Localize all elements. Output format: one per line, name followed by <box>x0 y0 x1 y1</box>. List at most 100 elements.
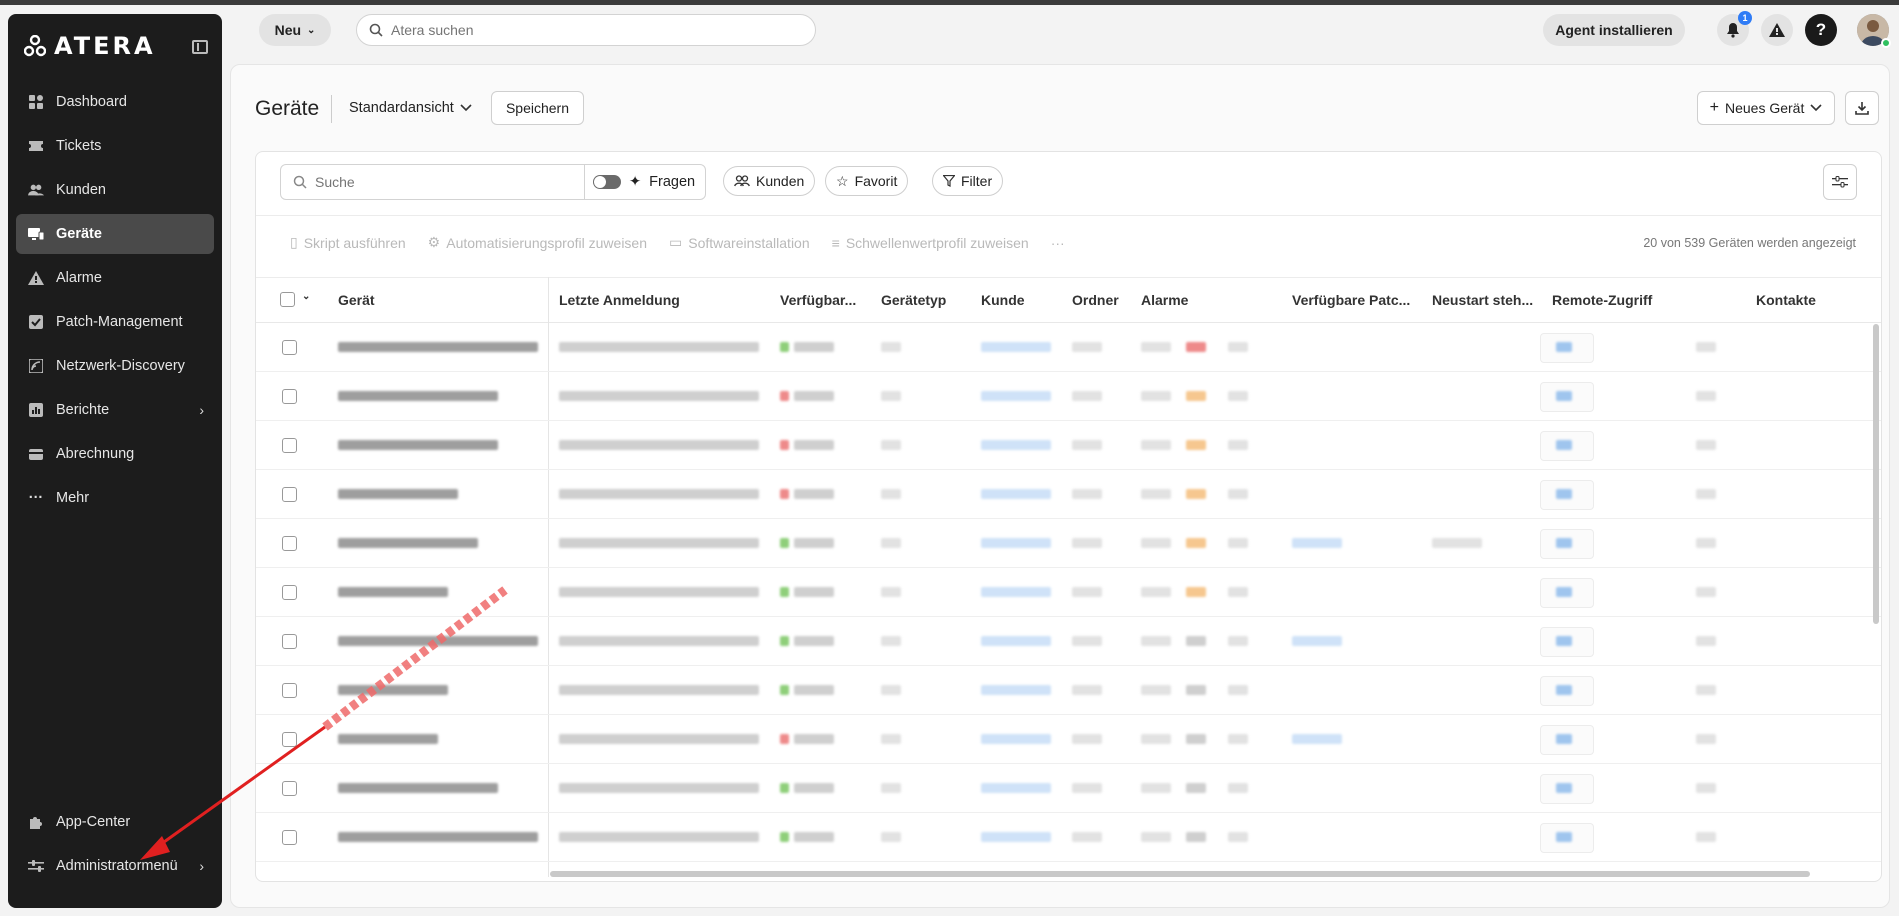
sidebar-item-mehr[interactable]: ··· Mehr <box>16 478 214 518</box>
notification-badge: 1 <box>1738 11 1752 25</box>
user-avatar[interactable] <box>1857 14 1891 48</box>
save-view-button[interactable]: Speichern <box>491 91 584 125</box>
row-checkbox[interactable] <box>282 683 297 698</box>
view-select[interactable]: Standardansicht <box>349 100 472 116</box>
vertical-scrollbar[interactable] <box>1873 324 1879 624</box>
filter-button[interactable]: Filter <box>932 166 1004 196</box>
column-header-availability[interactable]: Verfügbar... <box>780 292 856 308</box>
sidebar-item-label: Dashboard <box>56 94 127 110</box>
table-row[interactable] <box>256 470 1881 519</box>
row-checkbox[interactable] <box>282 634 297 649</box>
column-header-folder[interactable]: Ordner <box>1072 292 1119 308</box>
chevron-down-icon[interactable]: ⌄ <box>302 291 310 302</box>
row-checkbox[interactable] <box>282 536 297 551</box>
column-header-alarms[interactable]: Alarme <box>1141 292 1188 308</box>
row-checkbox[interactable] <box>282 487 297 502</box>
checkbox[interactable] <box>280 292 295 307</box>
software-install-action[interactable]: ▭ Softwareinstallation <box>669 234 810 251</box>
install-agent-button[interactable]: Agent installieren <box>1543 14 1685 46</box>
table-row[interactable] <box>256 421 1881 470</box>
online-status-dot <box>1881 38 1891 48</box>
column-header-available-patches[interactable]: Verfügbare Patc... <box>1292 292 1410 308</box>
sidebar-item-kunden[interactable]: Kunden <box>16 170 214 210</box>
favorite-filter-button[interactable]: ☆ Favorit <box>825 166 909 196</box>
redacted-availability <box>794 489 834 499</box>
sidebar-item-geraete[interactable]: Geräte <box>16 214 214 254</box>
table-row[interactable] <box>256 666 1881 715</box>
export-button[interactable] <box>1845 91 1879 125</box>
users-icon <box>734 175 750 187</box>
redacted-customer <box>981 391 1051 401</box>
redacted-folder <box>1072 489 1102 499</box>
horizontal-scrollbar[interactable] <box>550 871 1810 877</box>
row-checkbox[interactable] <box>282 438 297 453</box>
software-install-label: Softwareinstallation <box>688 234 810 251</box>
redacted-remote-icon <box>1556 734 1572 744</box>
table-row[interactable] <box>256 764 1881 813</box>
row-checkbox[interactable] <box>282 781 297 796</box>
new-button[interactable]: Neu ⌄ <box>259 14 331 46</box>
row-checkbox[interactable] <box>282 585 297 600</box>
column-header-device[interactable]: Gerät <box>338 292 375 308</box>
row-checkbox[interactable] <box>282 340 297 355</box>
collapse-sidebar-icon[interactable] <box>192 40 208 54</box>
alerts-button[interactable] <box>1761 14 1793 46</box>
redacted-contacts <box>1696 832 1716 842</box>
table-row[interactable] <box>256 372 1881 421</box>
row-checkbox[interactable] <box>282 389 297 404</box>
row-checkbox[interactable] <box>282 830 297 845</box>
column-header-customer[interactable]: Kunde <box>981 292 1025 308</box>
redacted-availability <box>794 734 834 744</box>
run-script-action[interactable]: ▯ Skript ausführen <box>290 234 406 251</box>
column-header-pending-restart[interactable]: Neustart steh... <box>1432 292 1533 308</box>
sidebar-item-administratormenu[interactable]: Administratormenü › <box>16 846 214 886</box>
row-checkbox[interactable] <box>282 732 297 747</box>
column-settings-button[interactable] <box>1823 164 1857 200</box>
table-row[interactable] <box>256 617 1881 666</box>
sidebar-item-app-center[interactable]: App-Center <box>16 802 214 842</box>
more-actions-button[interactable]: ··· <box>1051 234 1065 251</box>
device-search[interactable] <box>280 164 585 200</box>
global-search[interactable] <box>356 14 816 46</box>
new-device-button[interactable]: + Neues Gerät <box>1697 91 1835 125</box>
column-header-remote-access[interactable]: Remote-Zugriff <box>1552 292 1652 308</box>
sidebar-item-dashboard[interactable]: Dashboard <box>16 82 214 122</box>
sidebar-item-berichte[interactable]: Berichte › <box>16 390 214 430</box>
redacted-alarm <box>1186 440 1206 450</box>
redacted-device-name <box>338 734 438 744</box>
table-row[interactable] <box>256 323 1881 372</box>
column-header-contacts[interactable]: Kontakte <box>1756 292 1816 308</box>
sidebar-item-abrechnung[interactable]: Abrechnung <box>16 434 214 474</box>
global-search-input[interactable] <box>391 22 791 38</box>
ask-ai-toggle[interactable]: ✦ Fragen <box>584 164 706 200</box>
redacted-customer <box>981 489 1051 499</box>
sidebar: ATERA Dashboard Tickets Kunden Geräte Al… <box>8 14 222 908</box>
redacted-patches <box>1292 636 1342 646</box>
sidebar-item-netzwerk-discovery[interactable]: Netzwerk-Discovery <box>16 346 214 386</box>
notifications-button[interactable]: 1 <box>1717 11 1752 46</box>
table-row[interactable] <box>256 519 1881 568</box>
column-header-last-login[interactable]: Letzte Anmeldung <box>559 292 680 308</box>
redacted-alarm <box>1141 342 1171 352</box>
star-icon: ☆ <box>836 172 849 189</box>
table-row[interactable] <box>256 715 1881 764</box>
assign-automation-action[interactable]: ⚙ Automatisierungsprofil zuweisen <box>428 234 647 251</box>
table-row[interactable] <box>256 568 1881 617</box>
sidebar-item-alarme[interactable]: Alarme <box>16 258 214 298</box>
help-button[interactable]: ? <box>1805 14 1837 46</box>
table-row[interactable] <box>256 813 1881 862</box>
select-all-checkbox[interactable] <box>280 292 295 310</box>
customers-filter-button[interactable]: Kunden <box>723 166 816 196</box>
sidebar-item-patch-management[interactable]: Patch-Management <box>16 302 214 342</box>
page-title: Geräte <box>255 97 320 120</box>
atera-logo[interactable]: ATERA <box>24 32 156 60</box>
ask-ai-switch[interactable] <box>593 175 621 189</box>
device-search-input[interactable] <box>315 174 555 190</box>
filter-label: Filter <box>961 173 993 189</box>
column-header-device-type[interactable]: Gerätetyp <box>881 292 946 308</box>
redacted-customer <box>981 342 1051 352</box>
redacted-device-type <box>881 538 901 548</box>
assign-threshold-action[interactable]: ≡ Schwellenwertprofil zuweisen <box>832 234 1029 251</box>
sidebar-item-tickets[interactable]: Tickets <box>16 126 214 166</box>
redacted-alarm <box>1186 832 1206 842</box>
